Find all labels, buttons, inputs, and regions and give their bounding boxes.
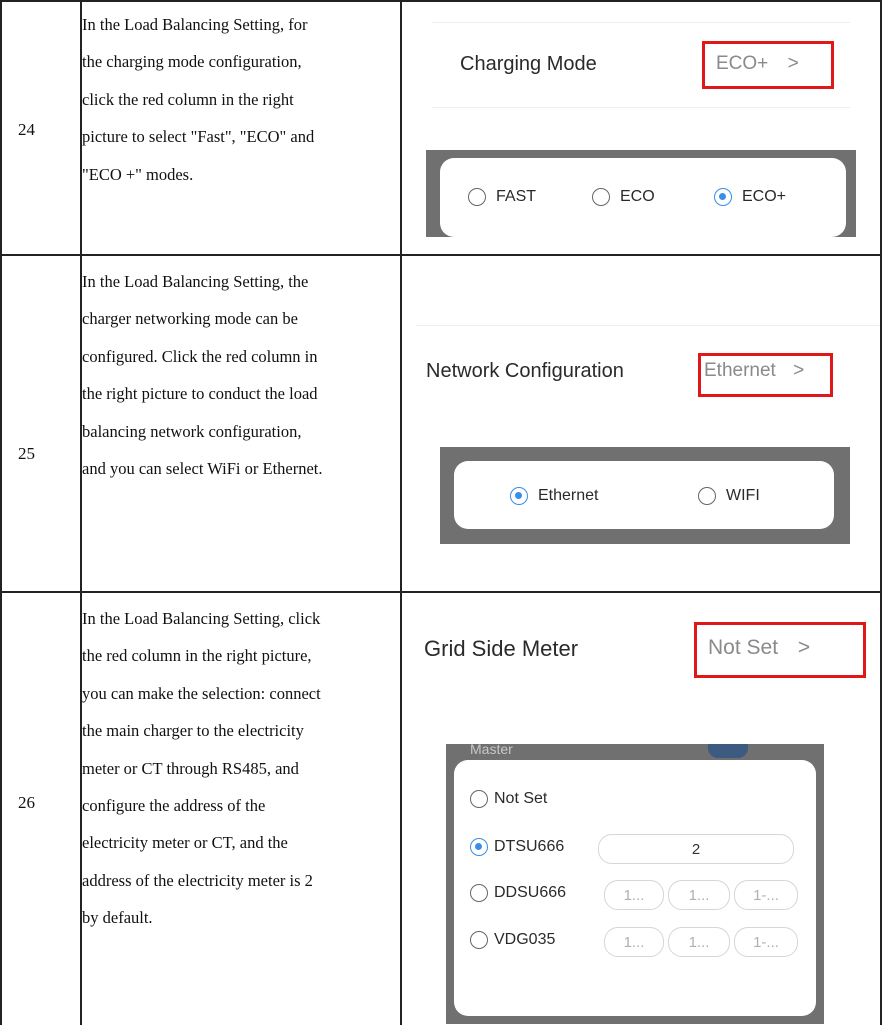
- desc-line: the charging mode configuration,: [82, 52, 302, 72]
- highlight-box: [698, 353, 833, 397]
- option-label: Not Set: [494, 790, 548, 807]
- option-label: Ethernet: [538, 487, 599, 504]
- meter-address-input[interactable]: 2: [598, 834, 794, 864]
- option-ethernet[interactable]: Ethernet: [510, 487, 598, 505]
- radio-selected-icon: [470, 838, 488, 856]
- options-panel: FAST ECO ECO+: [426, 150, 856, 237]
- highlight-box: [694, 622, 866, 678]
- row-number: 26: [18, 793, 35, 812]
- setting-label: Grid Side Meter: [424, 636, 579, 661]
- row-description: In the Load Balancing Setting, for the c…: [82, 6, 392, 193]
- desc-line: configured. Click the red column in: [82, 346, 318, 366]
- option-label: FAST: [496, 188, 537, 205]
- charging-mode-card: FAST ECO ECO+: [440, 158, 846, 237]
- meter-field-input[interactable]: 1...: [668, 880, 730, 910]
- row-number: 25: [18, 444, 35, 463]
- option-fast[interactable]: FAST: [468, 188, 536, 206]
- row-number: 24: [18, 120, 35, 139]
- meter-option-vdg035[interactable]: VDG035: [470, 931, 555, 949]
- desc-line: charger networking mode can be: [82, 309, 298, 329]
- row-description: In the Load Balancing Setting, click the…: [82, 600, 392, 937]
- desc-line: address of the electricity meter is 2: [82, 870, 313, 890]
- desc-line: picture to select "Fast", "ECO" and: [82, 127, 315, 147]
- row-divider: [0, 0, 882, 2]
- option-label: DDSU666: [494, 884, 567, 901]
- setting-label: Network Configuration: [426, 360, 624, 382]
- radio-icon: [592, 188, 610, 206]
- meter-option-dtsu666[interactable]: DTSU666: [470, 838, 564, 856]
- desc-line: electricity meter or CT, and the: [82, 833, 288, 853]
- network-mode-card: Ethernet WIFI: [454, 461, 834, 529]
- radio-icon: [468, 188, 486, 206]
- column-divider: [0, 0, 2, 1025]
- radio-selected-icon: [510, 487, 528, 505]
- radio-icon: [470, 884, 488, 902]
- desc-line: "ECO +" modes.: [82, 164, 194, 184]
- desc-line: the right picture to conduct the load: [82, 384, 318, 404]
- option-label: WIFI: [726, 487, 760, 504]
- option-label: ECO: [620, 188, 655, 205]
- meter-field-input[interactable]: 1-...: [734, 927, 798, 957]
- option-eco[interactable]: ECO: [592, 188, 655, 206]
- desc-line: In the Load Balancing Setting, for: [82, 15, 308, 34]
- setting-label: Charging Mode: [460, 53, 597, 75]
- desc-line: you can make the selection: connect: [82, 683, 321, 703]
- meter-field-input[interactable]: 1-...: [734, 880, 798, 910]
- radio-icon: [470, 790, 488, 808]
- desc-line: click the red column in the right: [82, 89, 294, 109]
- desc-line: meter or CT through RS485, and: [82, 758, 299, 778]
- options-panel: Ethernet WIFI: [440, 447, 850, 544]
- peek-label: Master: [470, 744, 513, 754]
- row-description: In the Load Balancing Setting, the charg…: [82, 263, 392, 487]
- column-divider: [400, 0, 402, 1025]
- desc-line: In the Load Balancing Setting, click: [82, 609, 321, 628]
- desc-line: and you can select WiFi or Ethernet.: [82, 459, 323, 479]
- option-label: ECO+: [742, 188, 787, 205]
- meter-option-not-set[interactable]: Not Set: [470, 790, 547, 808]
- radio-icon: [698, 487, 716, 505]
- option-label: DTSU666: [494, 838, 565, 855]
- meter-field-input[interactable]: 1...: [668, 927, 730, 957]
- meter-card: Not Set DTSU666 2 DDSU666 1... 1... 1-..…: [454, 760, 816, 1016]
- row-divider: [0, 591, 882, 593]
- option-eco-plus[interactable]: ECO+: [714, 188, 786, 206]
- meter-panel: Master Not Set DTSU666 2 DDSU666 1... 1.…: [446, 744, 824, 1024]
- option-label: VDG035: [494, 931, 556, 948]
- meter-field-input[interactable]: 1...: [604, 880, 664, 910]
- option-wifi[interactable]: WIFI: [698, 487, 760, 505]
- highlight-box: [702, 41, 834, 89]
- toggle-peek-icon: [708, 744, 748, 758]
- desc-line: In the Load Balancing Setting, the: [82, 272, 309, 291]
- meter-field-input[interactable]: 1...: [604, 927, 664, 957]
- desc-line: the red column in the right picture,: [82, 646, 312, 666]
- desc-line: by default.: [82, 908, 153, 928]
- desc-line: configure the address of the: [82, 796, 266, 816]
- desc-line: balancing network configuration,: [82, 421, 302, 441]
- row-divider: [0, 254, 882, 256]
- meter-option-ddsu666[interactable]: DDSU666: [470, 884, 566, 902]
- radio-selected-icon: [714, 188, 732, 206]
- radio-icon: [470, 931, 488, 949]
- desc-line: the main charger to the electricity: [82, 721, 304, 741]
